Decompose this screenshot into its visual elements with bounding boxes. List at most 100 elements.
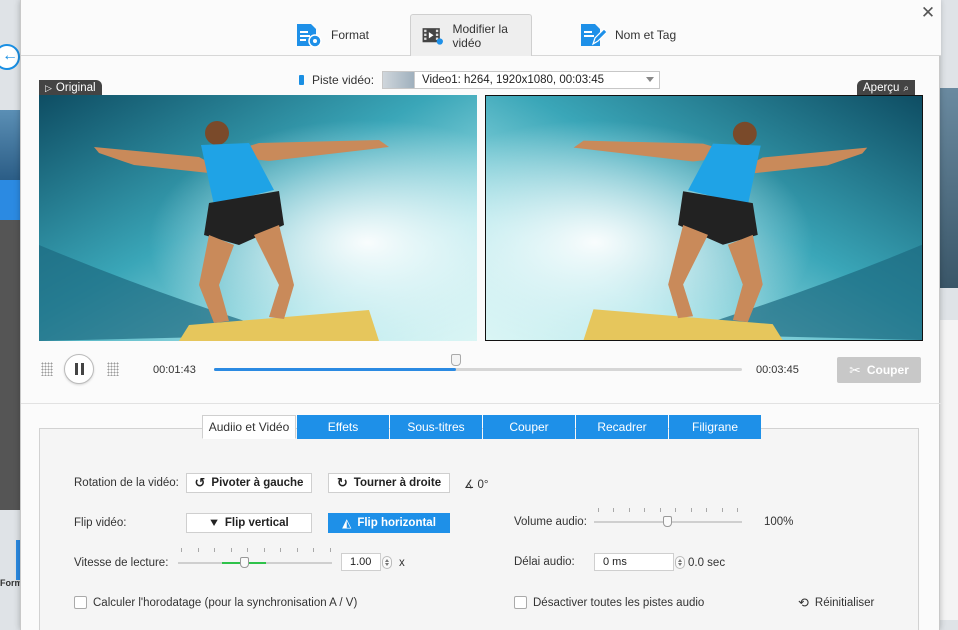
- audio-delay-input[interactable]: 0 ms: [594, 553, 685, 571]
- original-label-text: Original: [55, 82, 96, 94]
- pause-button[interactable]: [64, 354, 94, 384]
- cut-button[interactable]: ✂ Couper: [837, 357, 921, 383]
- audio-delay-label: Délai audio:: [514, 556, 575, 568]
- volume-label: Volume audio:: [514, 516, 587, 528]
- flip-horizontal-button[interactable]: ◭ Flip horizontal: [328, 513, 450, 533]
- checkbox-box[interactable]: [514, 596, 527, 609]
- speed-unit: x: [399, 557, 405, 569]
- tab-format-label: Format: [331, 28, 370, 42]
- volume-ticks: [598, 508, 738, 513]
- subtab-recadrer[interactable]: Recadrer: [576, 415, 668, 439]
- close-icon[interactable]: ✕: [915, 0, 941, 26]
- flip-horizontal-label: Flip horizontal: [357, 517, 436, 529]
- speed-ticks: [181, 548, 331, 553]
- track-thumbnail: [383, 72, 416, 88]
- background-right-panel: [940, 0, 958, 630]
- subtab-sous-titres[interactable]: Sous-titres: [390, 415, 482, 439]
- volume-slider-handle[interactable]: [663, 516, 672, 527]
- volume-slider[interactable]: [594, 516, 742, 527]
- speed-label: Vitesse de lecture:: [74, 557, 169, 569]
- subtab-bar: Audiio et Vidéo Effets Sous-titres Coupe…: [202, 415, 762, 439]
- progress-handle[interactable]: [451, 354, 461, 366]
- subtab-filigrane[interactable]: Filigrane: [669, 415, 761, 439]
- rotation-label: Rotation de la vidéo:: [74, 477, 179, 489]
- original-video-frame: [39, 95, 477, 341]
- angle-value: 0°: [477, 479, 489, 491]
- timestamp-checkbox-label: Calculer l'horodatage (pour la synchroni…: [93, 596, 358, 609]
- divider: [21, 403, 941, 404]
- current-time: 00:01:43: [153, 364, 196, 376]
- tab-nom-et-tag[interactable]: Nom et Tag: [567, 14, 686, 56]
- speed-value: 1.00: [350, 556, 372, 568]
- audio-delay-seconds: 0.0 sec: [688, 557, 726, 569]
- track-icon: [299, 75, 304, 85]
- original-label: ▷ Original: [39, 80, 102, 96]
- progress-fill: [214, 368, 456, 371]
- subtab-couper[interactable]: Couper: [483, 415, 575, 439]
- background-dark-area: [0, 220, 20, 510]
- background-right-thumbnail: [940, 88, 958, 288]
- scissors-icon: ✂: [849, 361, 861, 378]
- track-select[interactable]: Video1: h264, 1920x1080, 00:03:45: [382, 71, 661, 89]
- surfer-image: [39, 95, 477, 341]
- track-select-value: Video1: h264, 1920x1080, 00:03:45: [422, 74, 605, 86]
- dialog-tabbar: Format Modifier la vidéo Nom et Tag ✕: [21, 0, 941, 56]
- preview-label: Aperçu ⌕: [857, 80, 916, 96]
- reset-icon: ⟲: [798, 595, 809, 610]
- rotate-left-icon: ↺: [194, 475, 206, 490]
- audio-delay-value: 0 ms: [603, 556, 627, 568]
- progress-slider[interactable]: [214, 354, 742, 371]
- subtab-effets[interactable]: Effets: [297, 415, 389, 439]
- back-arrow-icon[interactable]: [0, 44, 20, 70]
- tab-modifier-video-label: Modifier la vidéo: [452, 21, 508, 50]
- pause-icon: [74, 363, 84, 375]
- rotate-left-label: Pivoter à gauche: [211, 477, 304, 489]
- angle-display: ∡ 0°: [464, 477, 489, 491]
- track-selector-row: Piste vidéo: Video1: h264, 1920x1080, 00…: [299, 70, 661, 90]
- rotate-right-label: Tourner à droite: [353, 477, 442, 489]
- spinner-icon[interactable]: [382, 556, 392, 569]
- surfer-image-flipped: [486, 96, 922, 340]
- reset-button[interactable]: ⟲ Réinitialiser: [798, 595, 874, 611]
- edit-video-dialog: Format Modifier la vidéo Nom et Tag ✕ Pi…: [20, 0, 941, 630]
- timestamp-checkbox[interactable]: Calculer l'horodatage (pour la synchroni…: [74, 596, 357, 609]
- disable-audio-checkbox[interactable]: Désactiver toutes les pistes audio: [514, 596, 704, 609]
- background-left-panel: Form: [0, 0, 23, 630]
- preview-video-frame: [485, 95, 923, 341]
- subtab-audio-video[interactable]: Audiio et Vidéo: [202, 415, 296, 439]
- speed-input[interactable]: 1.00: [341, 553, 392, 571]
- speed-slider[interactable]: [178, 557, 332, 568]
- checkbox-box[interactable]: [74, 596, 87, 609]
- volume-value: 100%: [764, 516, 794, 528]
- video-edit-icon: [422, 27, 443, 45]
- flip-vertical-label: Flip vertical: [224, 517, 289, 529]
- reset-label: Réinitialiser: [814, 597, 875, 609]
- magnifier-icon: ⌕: [903, 82, 910, 94]
- flip-vertical-button[interactable]: ⯆ Flip vertical: [186, 513, 312, 533]
- disable-audio-checkbox-label: Désactiver toutes les pistes audio: [533, 596, 705, 609]
- grip-left-icon[interactable]: [41, 362, 53, 376]
- rotate-left-button[interactable]: ↺ Pivoter à gauche: [186, 473, 312, 493]
- play-outline-icon: ▷: [45, 82, 52, 93]
- angle-icon: ∡: [464, 479, 475, 491]
- total-time: 00:03:45: [756, 364, 799, 376]
- tab-format[interactable]: Format: [283, 14, 379, 56]
- flip-vertical-icon: ⯆: [209, 515, 219, 530]
- cut-button-label: Couper: [866, 363, 909, 377]
- tag-edit-icon: [581, 24, 607, 46]
- preview-label-text: Aperçu: [863, 82, 900, 94]
- background-thumbnail: [0, 110, 20, 180]
- spinner-icon[interactable]: [675, 556, 685, 569]
- track-label: Piste vidéo:: [312, 73, 375, 87]
- speed-slider-handle[interactable]: [240, 557, 249, 568]
- background-right-area: [940, 320, 958, 620]
- grip-right-icon[interactable]: [107, 362, 119, 376]
- rotate-right-button[interactable]: ↻ Tourner à droite: [328, 473, 450, 493]
- chevron-down-icon: [646, 77, 655, 82]
- flip-label: Flip vidéo:: [74, 517, 127, 529]
- tab-nom-et-tag-label: Nom et Tag: [615, 28, 677, 42]
- background-highlight: [0, 180, 20, 220]
- rotate-right-icon: ↻: [336, 475, 348, 490]
- format-icon: [297, 24, 322, 48]
- tab-modifier-video[interactable]: Modifier la vidéo: [410, 14, 532, 56]
